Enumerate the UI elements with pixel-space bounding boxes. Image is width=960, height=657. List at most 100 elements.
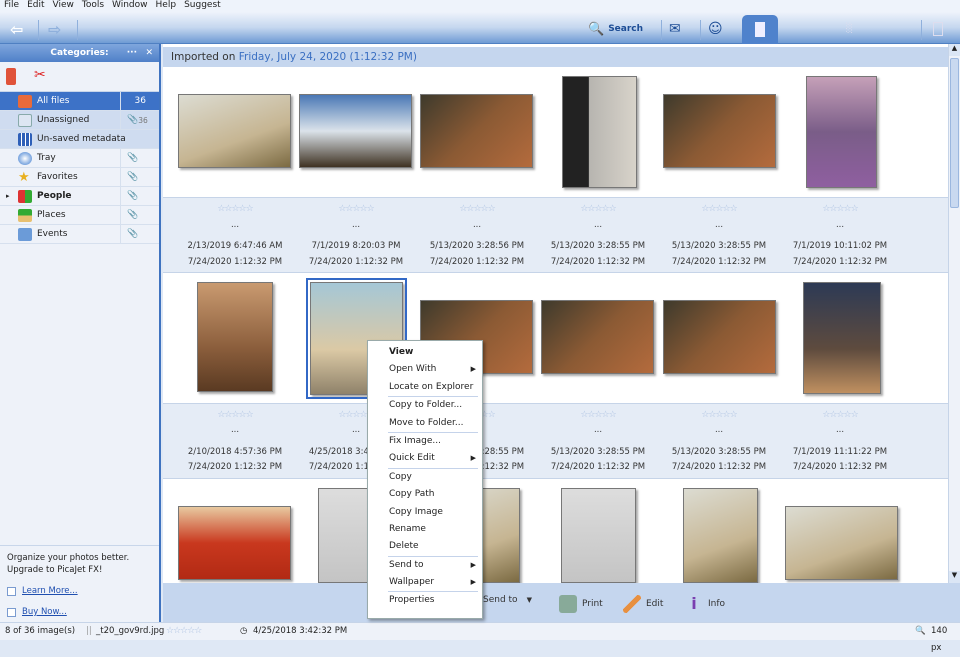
vertical-scrollbar[interactable]: ▲ ▼ — [948, 44, 960, 583]
menu-item-label: Copy Image — [389, 506, 443, 517]
context-menu-item[interactable]: Move to Folder... — [368, 415, 482, 432]
context-menu-item[interactable]: Locate on Explorer — [368, 379, 482, 396]
scroll-down-button[interactable]: ▼ — [949, 571, 960, 583]
category-tools: ✂ — [0, 62, 159, 92]
rating-stars[interactable]: ☆☆☆☆☆ — [417, 204, 537, 214]
thumbnail[interactable] — [420, 94, 533, 168]
menu-edit[interactable]: Edit — [23, 0, 48, 12]
learn-more-link[interactable]: Learn More... — [7, 585, 152, 597]
rating-stars[interactable]: ☆☆☆☆☆ — [175, 410, 295, 420]
forward-button[interactable]: ⇨ — [48, 18, 61, 40]
help-button[interactable]: ☺ — [708, 18, 723, 40]
context-menu-item[interactable]: Rename — [368, 521, 482, 538]
more-button[interactable]: ··· — [127, 44, 137, 62]
submenu-arrow-icon: ▶ — [470, 578, 476, 587]
menu-item-label: Delete — [389, 541, 419, 552]
search-button[interactable]: 🔍 Search — [588, 18, 643, 40]
delete-category-icon[interactable]: ✂ — [34, 67, 46, 83]
menu-help[interactable]: Help — [152, 0, 181, 12]
rating-stars[interactable]: ☆☆☆☆☆ — [538, 204, 658, 214]
category-tray[interactable]: Tray 📎 — [0, 149, 159, 168]
view-mode-button[interactable] — [742, 15, 778, 44]
thumbnail[interactable] — [803, 282, 881, 394]
thumbnail[interactable] — [785, 506, 898, 580]
thumbnail[interactable] — [806, 76, 877, 188]
date-taken: 5/13/2020 3:28:55 PM — [671, 241, 767, 251]
rating-stars[interactable]: ☆☆☆☆☆ — [296, 204, 416, 214]
scroll-thumb[interactable] — [950, 58, 959, 208]
thumbnail[interactable] — [683, 488, 758, 583]
thumbnail[interactable] — [541, 300, 654, 374]
new-category-icon[interactable] — [6, 68, 16, 85]
file-name: _t20_gov9rd.jpg — [96, 626, 165, 636]
thumbnail[interactable] — [197, 282, 273, 392]
category-unassigned[interactable]: Unassigned 📎 36 — [0, 111, 159, 130]
rating-stars[interactable]: ☆☆☆☆☆ — [780, 410, 900, 420]
rating-stars[interactable]: ☆☆☆☆☆ — [659, 204, 779, 214]
back-button[interactable]: ⇦ — [10, 18, 23, 40]
menu-item-label: Move to Folder... — [389, 417, 464, 428]
context-menu-item[interactable]: View — [368, 344, 482, 361]
paperclip-icon: 📎 — [120, 149, 160, 167]
category-unsaved-metadata[interactable]: Un-saved metadata — [0, 130, 159, 149]
buy-now-link[interactable]: Buy Now... — [7, 606, 152, 618]
thumbnail[interactable] — [178, 506, 291, 580]
category-people[interactable]: ▸ People 📎 — [0, 187, 159, 206]
category-label: Events — [37, 229, 68, 239]
rating-stars[interactable]: ☆☆☆☆☆ — [175, 204, 295, 214]
thumbnail[interactable] — [178, 94, 291, 168]
thumbnail[interactable] — [561, 488, 636, 583]
date-imported: 7/24/2020 1:12:32 PM — [187, 462, 283, 472]
header-prefix: Imported on — [171, 51, 236, 63]
context-menu-item[interactable]: Fix Image... — [368, 433, 482, 450]
context-menu-item[interactable]: Copy to Folder... — [368, 397, 482, 414]
dropdown-arrow-icon[interactable]: ▼ — [527, 596, 532, 604]
search-label: Search — [608, 24, 644, 34]
context-menu-item[interactable]: Delete — [368, 538, 482, 555]
category-favorites[interactable]: ★ Favorites 📎 — [0, 168, 159, 187]
date-taken: 2/13/2019 6:47:46 AM — [187, 241, 283, 251]
caption-placeholder: ... — [351, 220, 361, 230]
menu-suggest[interactable]: Suggest — [180, 0, 225, 12]
rating-stars[interactable]: ☆☆☆☆☆ — [659, 410, 779, 420]
menu-window[interactable]: Window — [108, 0, 152, 12]
thumbnail[interactable] — [299, 94, 412, 168]
context-menu-item[interactable]: Open With ▶ — [368, 361, 482, 378]
scroll-up-button[interactable]: ▲ — [949, 44, 960, 56]
category-count: 📎 36 — [120, 111, 160, 129]
edit-button[interactable]: Edit — [623, 595, 663, 613]
menu-tools[interactable]: Tools — [78, 0, 108, 12]
rating-stars[interactable]: ☆☆☆☆☆ — [780, 204, 900, 214]
expand-icon[interactable]: ▸ — [6, 192, 10, 200]
menu-view[interactable]: View — [49, 0, 78, 12]
rating-stars[interactable]: ☆☆☆☆☆ — [538, 410, 658, 420]
category-all-files[interactable]: All files 36 — [0, 92, 159, 111]
context-menu-item[interactable]: Copy — [368, 469, 482, 486]
tray-icon — [18, 151, 32, 165]
date-taken: 7/1/2019 10:11:02 PM — [792, 241, 888, 251]
thumbnail[interactable] — [663, 94, 776, 168]
link-icon — [7, 607, 16, 617]
category-label: Un-saved metadata — [37, 134, 126, 144]
thumbnail[interactable] — [562, 76, 637, 188]
context-menu-item[interactable]: Properties — [368, 592, 482, 609]
category-places[interactable]: Places 📎 — [0, 206, 159, 225]
menu-file[interactable]: File — [0, 0, 23, 12]
rating-stars[interactable]: ☆☆☆☆☆ — [166, 623, 202, 640]
date-imported: 7/24/2020 1:12:32 PM — [308, 257, 404, 267]
context-menu-item[interactable]: Copy Path — [368, 486, 482, 503]
thumbnail[interactable] — [663, 300, 776, 374]
close-panel-button[interactable]: ✕ — [145, 44, 153, 62]
caption-placeholder: ... — [714, 220, 724, 230]
context-menu-item[interactable]: Wallpaper ▶ — [368, 574, 482, 591]
send-to-button[interactable]: Send to ▼ — [483, 595, 532, 605]
layout-button[interactable] — [933, 18, 943, 40]
context-menu-item[interactable]: Copy Image — [368, 504, 482, 521]
print-button[interactable]: Print — [559, 595, 603, 613]
context-menu-item[interactable]: Quick Edit ▶ — [368, 450, 482, 467]
context-menu-item[interactable]: Send to ▶ — [368, 557, 482, 574]
caption-placeholder: ... — [472, 220, 482, 230]
info-button[interactable]: i Info — [685, 595, 725, 613]
email-button[interactable]: ✉ — [669, 18, 681, 40]
category-events[interactable]: Events 📎 — [0, 225, 159, 244]
